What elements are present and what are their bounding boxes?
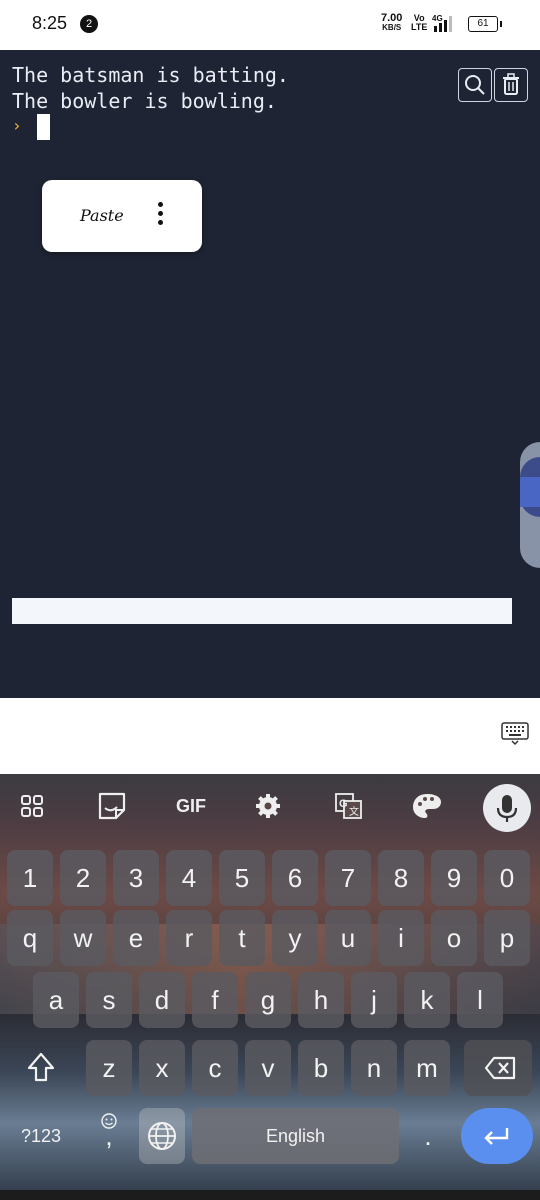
trash-button[interactable] <box>494 68 528 102</box>
key-5[interactable]: 5 <box>219 850 265 906</box>
shift-arrow-icon <box>27 1052 55 1082</box>
prompt-indicator: › <box>12 116 22 135</box>
key-q[interactable]: q <box>7 910 53 966</box>
keyboard-toolbar: GIF G 文 <box>0 774 540 840</box>
key-d[interactable]: d <box>139 972 185 1028</box>
globe-icon <box>148 1122 176 1150</box>
volte-bottom-label: LTE <box>411 22 428 32</box>
status-bar: 8:25 2 7.00 KB/S Vo LTE 4G 61 <box>0 0 540 50</box>
trash-icon <box>503 73 519 95</box>
key-2[interactable]: 2 <box>60 850 106 906</box>
key-k[interactable]: k <box>404 972 450 1028</box>
key-l[interactable]: l <box>457 972 503 1028</box>
terminal-line: The bowler is bowling. <box>12 89 277 113</box>
key-a[interactable]: a <box>33 972 79 1028</box>
navigation-bar <box>0 1190 540 1200</box>
key-8[interactable]: 8 <box>378 850 424 906</box>
terminal-view[interactable]: The batsman is batting. The bowler is bow… <box>0 50 540 698</box>
extra-keys-tab[interactable] <box>520 457 540 517</box>
status-time: 8:25 <box>32 13 68 33</box>
key-f[interactable]: f <box>192 972 238 1028</box>
key-b[interactable]: b <box>298 1040 344 1096</box>
signal-icon: 4G <box>432 14 452 32</box>
key-h[interactable]: h <box>298 972 344 1028</box>
emoji-icon <box>101 1113 117 1129</box>
keyboard: GIF G 文 1 2 3 4 5 6 7 8 9 0 q w e r t y … <box>0 774 540 1200</box>
text-cursor <box>37 114 50 140</box>
key-r[interactable]: r <box>166 910 212 966</box>
comma-key[interactable]: , <box>86 1108 132 1164</box>
network-speed-unit: KB/S <box>382 23 402 32</box>
side-tab-handle[interactable] <box>520 477 540 507</box>
key-y[interactable]: y <box>272 910 318 966</box>
key-c[interactable]: c <box>192 1040 238 1096</box>
key-v[interactable]: v <box>245 1040 291 1096</box>
key-e[interactable]: e <box>113 910 159 966</box>
svg-text:文: 文 <box>349 805 359 818</box>
paste-button[interactable]: Paste <box>80 206 124 225</box>
language-key[interactable] <box>139 1108 185 1164</box>
period-key[interactable]: . <box>405 1108 451 1164</box>
key-t[interactable]: t <box>219 910 265 966</box>
key-7[interactable]: 7 <box>325 850 371 906</box>
symbols-key[interactable]: ?123 <box>7 1108 75 1164</box>
key-x[interactable]: x <box>139 1040 185 1096</box>
key-j[interactable]: j <box>351 972 397 1028</box>
network-type-label: 4G <box>432 14 443 23</box>
gif-button[interactable]: GIF <box>168 788 214 824</box>
terminal-output: The batsman is batting. The bowler is bow… <box>12 62 289 114</box>
key-w[interactable]: w <box>60 910 106 966</box>
battery-indicator: 61 <box>468 16 502 32</box>
key-3[interactable]: 3 <box>113 850 159 906</box>
gear-icon[interactable] <box>248 788 288 824</box>
terminal-line: The batsman is batting. <box>12 63 289 87</box>
microphone-button[interactable] <box>483 784 531 832</box>
key-1[interactable]: 1 <box>7 850 53 906</box>
network-speed: 7.00 KB/S <box>381 13 402 33</box>
key-u[interactable]: u <box>325 910 371 966</box>
key-p[interactable]: p <box>484 910 530 966</box>
paste-popup: Paste <box>42 180 202 252</box>
enter-arrow-icon <box>484 1128 509 1145</box>
volte-indicator: Vo LTE <box>411 14 427 32</box>
key-6[interactable]: 6 <box>272 850 318 906</box>
notification-count-badge: 2 <box>80 15 98 33</box>
key-o[interactable]: o <box>431 910 477 966</box>
key-i[interactable]: i <box>378 910 424 966</box>
translate-icon[interactable]: G 文 <box>328 788 368 824</box>
palette-icon[interactable] <box>407 788 447 824</box>
key-n[interactable]: n <box>351 1040 397 1096</box>
keyboard-hide-icon[interactable] <box>500 720 530 746</box>
backspace-key[interactable] <box>464 1040 532 1096</box>
extra-keys-bar[interactable] <box>12 598 512 624</box>
more-vertical-icon[interactable] <box>154 202 166 230</box>
apps-grid-icon[interactable] <box>12 788 52 824</box>
search-button[interactable] <box>458 68 492 102</box>
key-g[interactable]: g <box>245 972 291 1028</box>
backspace-icon <box>484 1056 516 1080</box>
enter-key[interactable] <box>461 1108 533 1164</box>
svg-text:G: G <box>339 798 348 810</box>
sticker-icon[interactable] <box>92 788 132 824</box>
shift-key[interactable] <box>7 1040 75 1096</box>
key-s[interactable]: s <box>86 972 132 1028</box>
key-0[interactable]: 0 <box>484 850 530 906</box>
key-m[interactable]: m <box>404 1040 450 1096</box>
keyboard-suggestion-strip <box>0 698 540 774</box>
search-icon <box>465 75 485 95</box>
network-speed-value: 7.00 <box>381 12 403 24</box>
key-z[interactable]: z <box>86 1040 132 1096</box>
key-9[interactable]: 9 <box>431 850 477 906</box>
space-bar[interactable]: English <box>192 1108 399 1164</box>
microphone-icon <box>496 795 518 822</box>
key-4[interactable]: 4 <box>166 850 212 906</box>
